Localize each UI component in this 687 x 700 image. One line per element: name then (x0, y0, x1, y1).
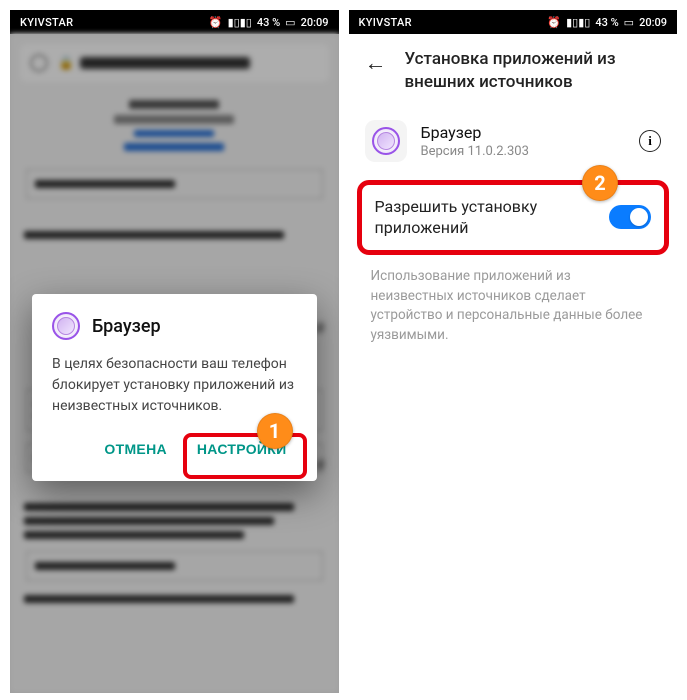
alarm-icon: ⏰ (547, 16, 561, 29)
left-screenshot: KYIVSTAR ⏰ ▮▯▮▯ 43 % ▭ 20:09 🔒 (10, 10, 339, 693)
browser-icon (52, 312, 80, 340)
browser-icon (372, 127, 400, 155)
clock: 20:09 (639, 16, 667, 29)
app-version: Версия 11.0.2.303 (421, 144, 626, 159)
warning-text: Использование приложений из неизвестных … (349, 257, 678, 355)
carrier-label: KYIVSTAR (20, 16, 73, 29)
battery-text: 43 % (257, 16, 280, 29)
clock: 20:09 (301, 16, 329, 29)
toggle-label: Разрешить установку приложений (375, 196, 575, 239)
allow-install-toggle[interactable] (609, 205, 651, 229)
status-right: ⏰ ▮▯▮▯ 43 % ▭ 20:09 (547, 16, 667, 29)
dialog-message: В целях безопасности ваш телефон блокиру… (52, 354, 297, 417)
cancel-button[interactable]: ОТМЕНА (94, 431, 176, 467)
settings-button[interactable]: НАСТРОЙКИ (187, 431, 297, 467)
carrier-label: KYIVSTAR (359, 16, 412, 29)
back-button[interactable]: ← (365, 48, 387, 76)
right-screenshot: KYIVSTAR ⏰ ▮▯▮▯ 43 % ▭ 20:09 ← Установка… (349, 10, 678, 693)
battery-text: 43 % (595, 16, 618, 29)
vibrate-icon: ▮▯▮▯ (228, 16, 252, 29)
status-bar: KYIVSTAR ⏰ ▮▯▮▯ 43 % ▭ 20:09 (10, 10, 339, 34)
app-info-row: Браузер Версия 11.0.2.303 i (349, 110, 678, 178)
app-icon-container (365, 120, 407, 162)
blurred-page: 🔒 # # (10, 34, 339, 693)
battery-icon: ▭ (285, 16, 295, 29)
app-name: Браузер (421, 123, 626, 142)
info-icon[interactable]: i (639, 130, 661, 152)
allow-install-row[interactable]: Разрешить установку приложений 2 (361, 182, 666, 253)
status-bar: KYIVSTAR ⏰ ▮▯▮▯ 43 % ▭ 20:09 (349, 10, 678, 34)
status-right: ⏰ ▮▯▮▯ 43 % ▭ 20:09 (209, 16, 329, 29)
dialog-title: Браузер (92, 316, 161, 337)
alarm-icon: ⏰ (209, 16, 223, 29)
battery-icon: ▭ (624, 16, 634, 29)
page-title: Установка приложений из внешних источник… (405, 48, 662, 94)
vibrate-icon: ▮▯▮▯ (566, 16, 590, 29)
security-dialog: Браузер В целях безопасности ваш телефон… (32, 294, 317, 481)
